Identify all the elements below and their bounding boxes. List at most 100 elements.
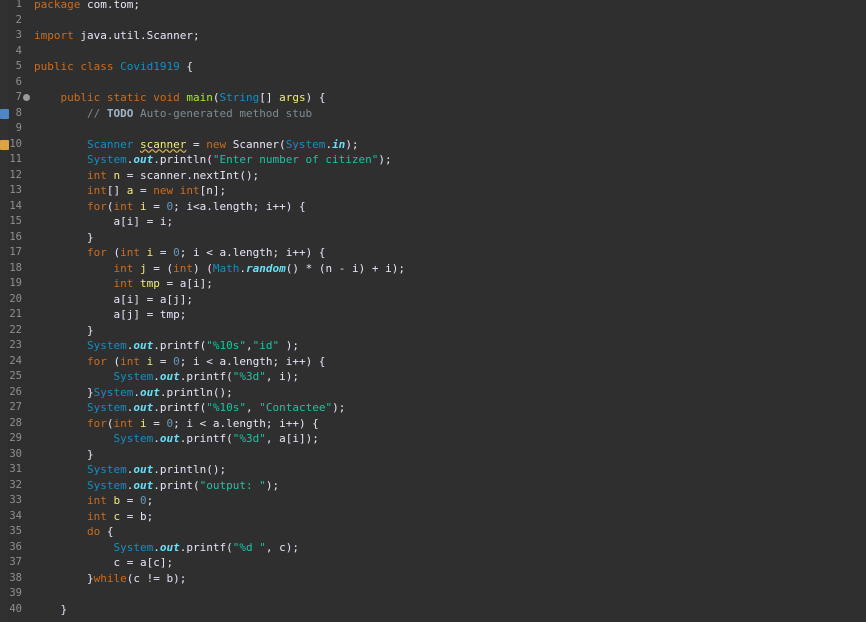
code-token: { <box>179 60 193 73</box>
code-token: } <box>34 602 68 616</box>
line-number: 10 <box>9 137 22 150</box>
code-line[interactable]: 18 int j = (int) (Math.random() * (n - i… <box>0 261 866 277</box>
code-text[interactable]: int n = scanner.nextInt(); <box>34 168 259 184</box>
code-line[interactable]: 21 a[j] = tmp; <box>0 307 866 323</box>
code-line[interactable]: 30 } <box>0 447 866 463</box>
code-line[interactable]: 28 for(int i = 0; i < a.length; i++) { <box>0 416 866 432</box>
code-line[interactable]: 32 System.out.print("output: "); <box>0 478 866 494</box>
code-text[interactable]: import java.util.Scanner; <box>34 28 200 44</box>
code-text[interactable]: System.out.printf("%d ", c); <box>34 540 298 556</box>
code-line[interactable]: 2 <box>0 13 866 29</box>
code-line[interactable]: 38 }while(c != b); <box>0 571 866 587</box>
line-number: 40 <box>9 602 22 615</box>
code-text[interactable]: int c = b; <box>34 509 153 525</box>
code-text[interactable]: int j = (int) (Math.random() * (n - i) +… <box>34 261 404 277</box>
code-line[interactable]: 4 <box>0 44 866 60</box>
code-token: ( <box>106 246 121 259</box>
code-text[interactable]: for(int i = 0; i<a.length; i++) { <box>34 199 306 215</box>
code-text[interactable]: for (int i = 0; i < a.length; i++) { <box>34 354 325 370</box>
code-line[interactable]: 23 System.out.printf("%10s","id" ); <box>0 338 866 354</box>
code-text[interactable]: public class Covid1919 { <box>34 59 193 75</box>
code-line[interactable]: 40 } <box>0 602 866 618</box>
code-line[interactable]: 17 for (int i = 0; i < a.length; i++) { <box>0 245 866 261</box>
code-token: out <box>133 478 154 492</box>
code-token: } <box>34 385 94 399</box>
code-token: } <box>34 230 94 244</box>
code-text[interactable]: } <box>34 230 94 246</box>
code-line[interactable]: 5 public class Covid1919 { <box>0 59 866 75</box>
code-line[interactable]: 27 System.out.printf("%10s", "Contactee"… <box>0 400 866 416</box>
code-text[interactable]: for (int i = 0; i < a.length; i++) { <box>34 245 325 261</box>
code-line[interactable]: 3 import java.util.Scanner; <box>0 28 866 44</box>
code-text[interactable]: System.out.println(); <box>34 462 226 478</box>
code-text[interactable]: } <box>34 447 94 463</box>
line-number: 21 <box>9 308 22 320</box>
code-line[interactable]: 7 public static void main(String[] args)… <box>0 90 866 106</box>
code-line[interactable]: 16 } <box>0 230 866 246</box>
code-line[interactable]: 13 int[] a = new int[n]; <box>0 183 866 199</box>
code-text[interactable]: } <box>34 323 94 339</box>
code-line[interactable]: 11 System.out.println("Enter number of c… <box>0 152 866 168</box>
code-line[interactable]: 39 <box>0 586 866 602</box>
code-line[interactable]: 1 package com.tom; <box>0 0 866 13</box>
code-text[interactable]: c = a[c]; <box>34 555 173 571</box>
code-line[interactable]: 34 int c = b; <box>0 509 866 525</box>
code-text[interactable]: public static void main(String[] args) { <box>34 90 326 106</box>
code-token: System <box>93 385 134 399</box>
code-text[interactable]: a[i] = i; <box>34 214 173 230</box>
code-text[interactable]: int tmp = a[i]; <box>34 276 212 292</box>
code-line[interactable]: 36 System.out.printf("%d ", c); <box>0 540 866 556</box>
code-line[interactable]: 10 Scanner scanner = new Scanner(System.… <box>0 137 866 153</box>
code-text[interactable]: }while(c != b); <box>34 571 186 587</box>
code-text[interactable]: a[j] = tmp; <box>34 307 186 323</box>
fold-toggle-icon[interactable] <box>23 94 30 101</box>
code-text[interactable]: System.out.printf("%10s", "Contactee"); <box>34 400 345 416</box>
code-text[interactable]: for(int i = 0; i < a.length; i++) { <box>34 416 319 432</box>
code-token: Math <box>212 261 240 275</box>
code-text[interactable]: System.out.printf("%10s","id" ); <box>34 338 299 354</box>
code-token: in <box>332 137 346 151</box>
code-text[interactable]: System.out.printf("%3d", i); <box>34 369 299 385</box>
code-text[interactable]: int[] a = new int[n]; <box>34 183 226 199</box>
code-line[interactable]: 14 for(int i = 0; i<a.length; i++) { <box>0 199 866 215</box>
code-line[interactable]: 25 System.out.printf("%3d", i); <box>0 369 866 385</box>
code-text[interactable]: int b = 0; <box>34 493 153 509</box>
code-text[interactable]: } <box>34 602 67 618</box>
code-line[interactable]: 15 a[i] = i; <box>0 214 866 230</box>
code-text[interactable]: package com.tom; <box>34 0 140 13</box>
code-token: a[j] = tmp; <box>34 308 187 321</box>
code-text[interactable]: a[i] = a[j]; <box>34 292 192 308</box>
code-line[interactable]: 24 for (int i = 0; i < a.length; i++) { <box>0 354 866 370</box>
code-token: } <box>34 571 94 585</box>
code-text[interactable]: do { <box>34 524 114 540</box>
code-text[interactable]: System.out.println("Enter number of citi… <box>34 152 392 168</box>
code-token: com.tom; <box>80 0 140 11</box>
code-line[interactable]: 6 <box>0 75 866 91</box>
code-token: System <box>86 478 127 492</box>
code-line[interactable]: 19 int tmp = a[i]; <box>0 276 866 292</box>
code-text[interactable]: // TODO Auto-generated method stub <box>34 106 312 122</box>
code-line[interactable]: 8 // TODO Auto-generated method stub <box>0 106 866 122</box>
code-text[interactable]: }System.out.println(); <box>34 385 233 401</box>
code-text[interactable]: System.out.printf("%3d", a[i]); <box>34 431 318 447</box>
line-number: 33 <box>9 494 22 506</box>
code-text[interactable]: Scanner scanner = new Scanner(System.in)… <box>34 137 359 153</box>
code-line[interactable]: 26 }System.out.println(); <box>0 385 866 401</box>
code-line[interactable]: 33 int b = 0; <box>0 493 866 509</box>
code-line[interactable]: 31 System.out.println(); <box>0 462 866 478</box>
code-token: int <box>113 199 134 213</box>
code-token: ); <box>265 478 280 492</box>
code-text[interactable]: System.out.print("output: "); <box>34 478 279 494</box>
code-editor[interactable]: 1 package com.tom; 2 3 import java.util.Scan… <box>0 0 866 622</box>
code-line[interactable]: 37 c = a[c]; <box>0 555 866 571</box>
code-line[interactable]: 12 int n = scanner.nextInt(); <box>0 168 866 184</box>
code-line[interactable]: 22 } <box>0 323 866 339</box>
code-line[interactable]: 9 <box>0 121 866 137</box>
code-line[interactable]: 29 System.out.printf("%3d", a[i]); <box>0 431 866 447</box>
code-line[interactable]: 20 a[i] = a[j]; <box>0 292 866 308</box>
code-token: System <box>86 463 127 476</box>
code-token: , i); <box>265 370 299 383</box>
code-line[interactable]: 35 do { <box>0 524 866 540</box>
